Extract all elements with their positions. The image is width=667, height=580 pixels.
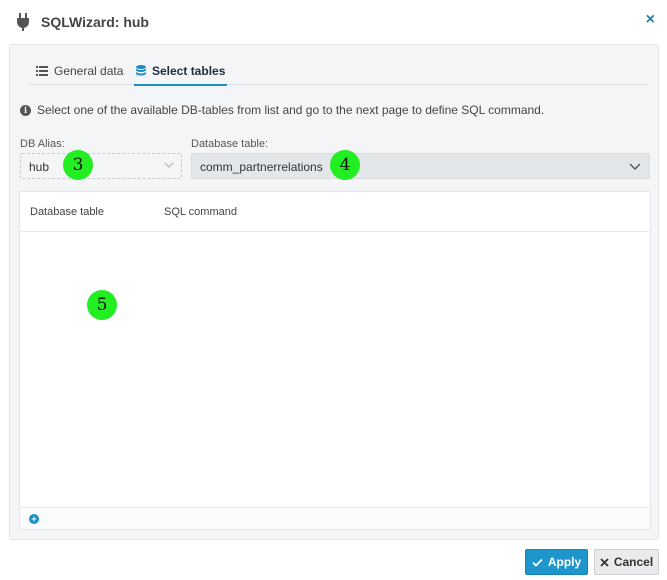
tab-general-data[interactable]: General data [36,57,123,85]
cancel-button[interactable]: Cancel [594,549,659,575]
database-icon [136,64,146,77]
plug-icon [17,13,29,31]
list-icon [36,66,48,76]
dialog-title: SQLWizard: hub [41,14,149,30]
db-alias-label: DB Alias: [20,138,65,150]
chevron-down-icon [164,159,174,173]
column-header-sql-command[interactable]: SQL command [164,206,237,218]
database-table-value: comm_partnerrelations [200,160,323,174]
db-alias-select: hub [20,153,182,179]
info-icon: i [20,104,31,116]
chevron-down-icon[interactable] [629,160,641,174]
db-alias-value: hub [29,160,50,174]
apply-label: Apply [547,555,582,569]
close-icon [600,557,609,567]
tab-bar: General data Select tables [28,57,648,86]
cancel-label: Cancel [613,555,654,569]
info-message: i Select one of the available DB-tables … [20,103,544,117]
grid-header: Database table SQL command [20,192,650,232]
tab-label: General data [54,64,124,78]
sql-table-grid: Database table SQL command + [19,191,651,530]
dialog-titlebar: SQLWizard: hub × [0,0,667,44]
column-header-database-table[interactable]: Database table [30,206,104,218]
tab-select-tables[interactable]: Select tables [134,57,228,86]
checkmark-icon [532,558,543,567]
database-table-select[interactable]: comm_partnerrelations [191,153,650,179]
close-icon[interactable]: × [646,12,655,28]
annotation-marker-5: 5 [87,290,117,320]
tab-label: Select tables [152,63,226,78]
database-table-label: Database table: [191,138,269,150]
annotation-marker-3: 3 [63,150,93,180]
annotation-marker-4: 4 [330,150,360,180]
apply-button[interactable]: Apply [525,549,588,575]
info-text: Select one of the available DB-tables fr… [37,103,545,117]
add-row-icon[interactable]: + [29,514,39,524]
grid-footer: + [20,507,650,529]
